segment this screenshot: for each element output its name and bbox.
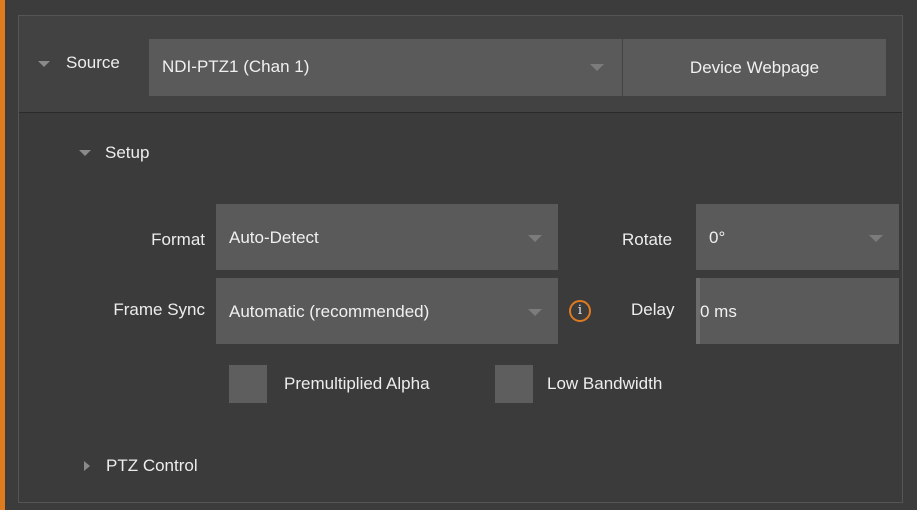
source-dropdown[interactable]: NDI-PTZ1 (Chan 1) (149, 39, 622, 96)
info-icon[interactable]: i (569, 300, 591, 322)
delay-input[interactable]: 0 ms (696, 278, 899, 344)
low-bandwidth-label: Low Bandwidth (547, 374, 663, 393)
ptz-control-section-header[interactable]: PTZ Control (106, 456, 198, 476)
format-label: Format (151, 230, 205, 249)
ptz-expand-icon[interactable] (84, 461, 90, 471)
source-label: Source (66, 53, 120, 72)
delay-label: Delay (631, 300, 675, 319)
frame-sync-label: Frame Sync (113, 300, 205, 319)
source-header-bar: Source NDI-PTZ1 (Chan 1) Device Webpage (19, 16, 902, 113)
chevron-down-icon (528, 235, 542, 242)
rotate-label: Rotate (622, 230, 673, 249)
premultiplied-alpha-checkbox[interactable] (229, 365, 267, 403)
source-dropdown-value: NDI-PTZ1 (Chan 1) (162, 57, 310, 76)
input-config-window: Source NDI-PTZ1 (Chan 1) Device Webpage … (0, 0, 917, 510)
chevron-down-icon (590, 64, 604, 71)
rotate-dropdown-value: 0° (709, 228, 726, 247)
frame-sync-dropdown-value: Automatic (recommended) (229, 302, 430, 321)
chevron-down-icon (528, 309, 542, 316)
low-bandwidth-checkbox[interactable] (495, 365, 533, 403)
source-collapse-icon[interactable] (38, 61, 50, 67)
setup-collapse-icon[interactable] (79, 150, 91, 156)
chevron-down-icon (869, 235, 883, 242)
source-panel: Source NDI-PTZ1 (Chan 1) Device Webpage … (18, 15, 903, 503)
selection-accent-bar (0, 0, 5, 510)
delay-value: 0 ms (700, 302, 737, 321)
rotate-dropdown[interactable]: 0° (696, 204, 899, 270)
format-dropdown[interactable]: Auto-Detect (216, 204, 558, 270)
device-webpage-button[interactable]: Device Webpage (623, 39, 886, 96)
premultiplied-alpha-label: Premultiplied Alpha (284, 374, 430, 393)
setup-section-header[interactable]: Setup (105, 143, 149, 163)
format-dropdown-value: Auto-Detect (229, 228, 319, 247)
frame-sync-dropdown[interactable]: Automatic (recommended) (216, 278, 558, 344)
